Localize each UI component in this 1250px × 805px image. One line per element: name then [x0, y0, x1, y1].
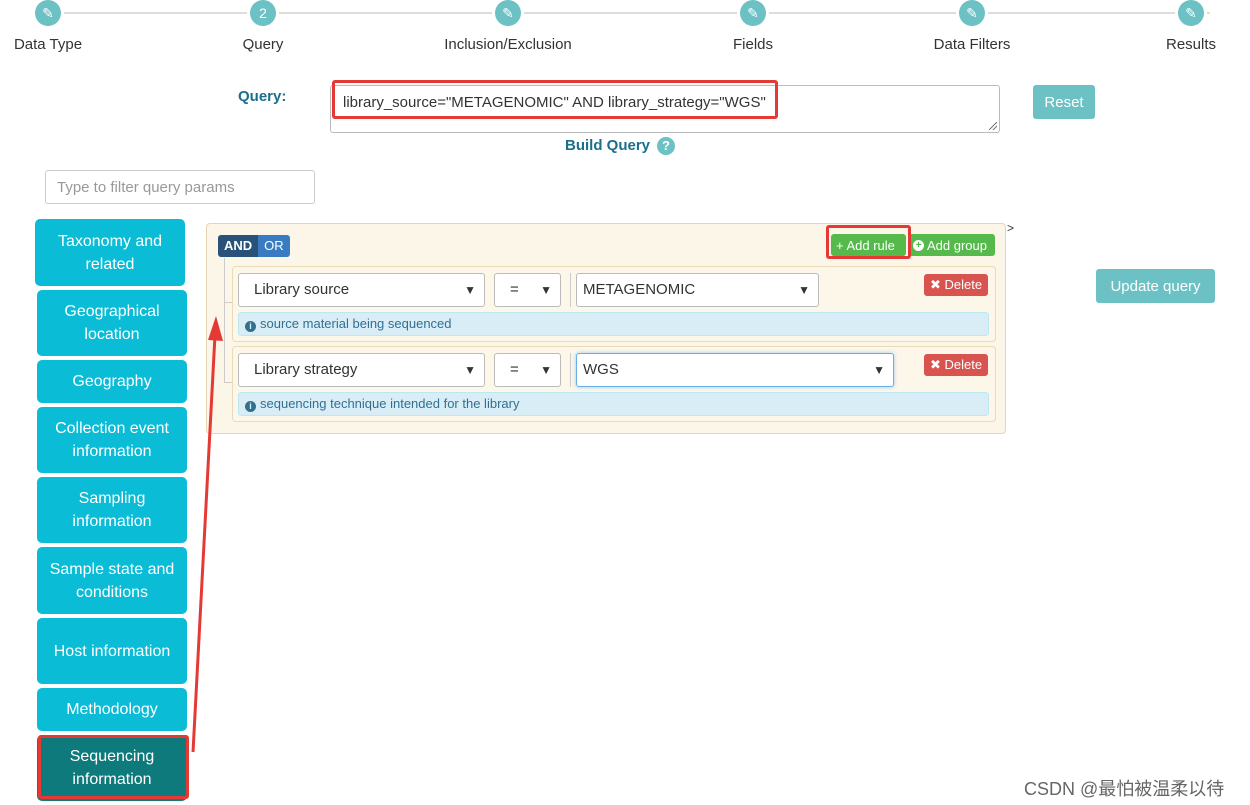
watermark: CSDN @最怕被温柔以待 — [1024, 779, 1225, 799]
annotation-arrow — [191, 316, 223, 753]
